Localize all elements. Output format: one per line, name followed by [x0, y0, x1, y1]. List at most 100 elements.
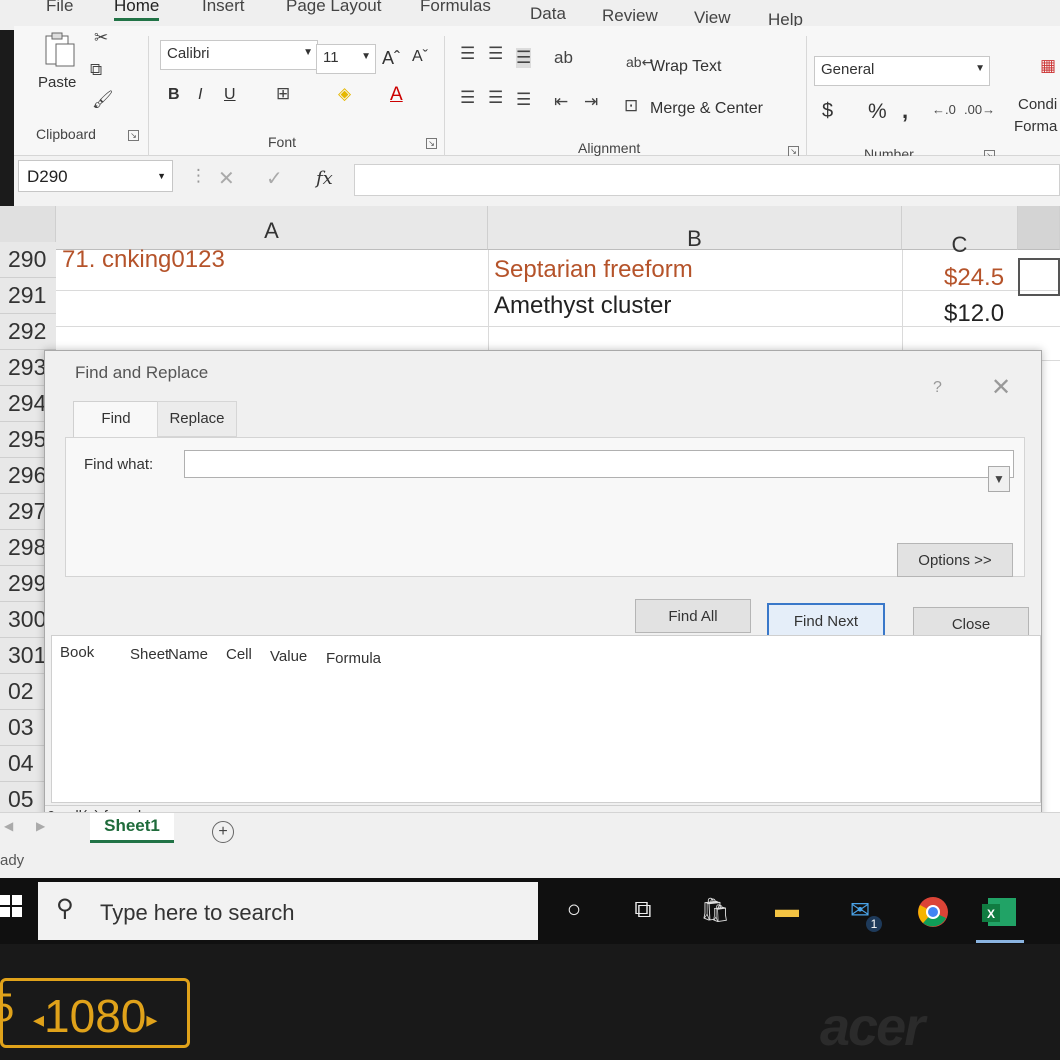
results-column-book[interactable]: Book: [60, 644, 94, 661]
add-sheet-icon[interactable]: +: [212, 821, 234, 843]
row-header[interactable]: 292: [0, 314, 56, 350]
borders-icon[interactable]: ⊞: [276, 84, 290, 104]
align-bottom-icon[interactable]: ☰: [516, 48, 532, 68]
underline-button[interactable]: U: [224, 86, 236, 104]
tab-home[interactable]: Home: [114, 0, 160, 21]
orientation-icon[interactable]: ab: [554, 48, 573, 68]
windows-start-icon[interactable]: [0, 894, 22, 918]
shrink-font-button[interactable]: Aˇ: [412, 48, 428, 66]
paste-label[interactable]: Paste: [38, 74, 76, 91]
increase-indent-icon[interactable]: ⇥: [584, 92, 598, 112]
align-right-icon[interactable]: ☰: [516, 90, 531, 110]
find-all-button[interactable]: Find All: [635, 599, 751, 633]
cell-c291[interactable]: $12.0: [944, 300, 1004, 328]
number-format-select[interactable]: General ▼: [814, 56, 990, 86]
cell-b290[interactable]: Septarian freeform: [494, 256, 693, 284]
column-header-d[interactable]: [1018, 206, 1060, 250]
find-next-button[interactable]: Find Next: [767, 603, 885, 637]
osd-right-arrow: ▸: [146, 1006, 158, 1032]
align-middle-icon[interactable]: ☰: [488, 44, 503, 64]
cell-c290[interactable]: $24.5: [944, 264, 1004, 292]
insert-function-button[interactable]: fx: [316, 168, 333, 189]
results-column-value[interactable]: Value: [270, 648, 307, 665]
task-view-icon[interactable]: ⧉: [630, 896, 656, 924]
close-icon[interactable]: ✕: [991, 373, 1011, 402]
align-left-icon[interactable]: ☰: [460, 88, 475, 108]
tab-view[interactable]: View: [694, 8, 731, 28]
name-box[interactable]: D290 ▼: [18, 160, 173, 192]
excel-icon[interactable]: X: [980, 896, 1020, 935]
conditional-formatting-icon[interactable]: ▦: [1040, 56, 1056, 76]
options-button[interactable]: Options >>: [897, 543, 1013, 577]
cell-b291[interactable]: Amethyst cluster: [494, 292, 671, 320]
row-header[interactable]: 291: [0, 278, 56, 314]
tab-page-layout[interactable]: Page Layout: [286, 0, 381, 16]
results-list[interactable]: Book Sheet Name Cell Value Formula: [51, 635, 1041, 803]
currency-button[interactable]: $: [822, 100, 833, 123]
scroll-right-icon[interactable]: ▶: [36, 819, 45, 833]
separator: [148, 36, 149, 156]
tab-insert[interactable]: Insert: [202, 0, 245, 16]
tab-file[interactable]: File: [46, 0, 73, 16]
clipboard-launcher-icon[interactable]: ↘: [128, 130, 139, 141]
results-column-name[interactable]: Name: [168, 646, 208, 663]
paste-icon[interactable]: [40, 30, 80, 70]
font-size-select[interactable]: 11 ▼: [316, 44, 376, 74]
tab-review[interactable]: Review: [602, 6, 658, 26]
merge-center-icon: ⊡: [624, 96, 639, 115]
formula-input[interactable]: [354, 164, 1060, 196]
find-what-input[interactable]: [184, 450, 1014, 478]
tab-find[interactable]: Find: [73, 401, 159, 437]
store-icon[interactable]: 🛍: [700, 896, 730, 925]
number-format-value: General: [821, 61, 875, 78]
help-button[interactable]: ?: [933, 379, 942, 397]
chevron-down-icon: ▼: [975, 63, 985, 74]
decrease-decimal-icon[interactable]: .00→: [964, 102, 995, 117]
results-column-sheet[interactable]: Sheet: [130, 646, 169, 663]
enter-icon[interactable]: ✓: [266, 166, 283, 191]
cancel-icon[interactable]: ✕: [218, 166, 235, 191]
wrap-text-button[interactable]: Wrap Text: [650, 58, 721, 76]
bold-button[interactable]: B: [168, 86, 180, 104]
cell-a290[interactable]: 71. cnking0123: [62, 246, 225, 274]
merge-center-button[interactable]: Merge & Center: [650, 100, 763, 118]
taskbar-search-box[interactable]: ⚲ Type here to search: [38, 882, 538, 940]
column-header-a[interactable]: A: [56, 206, 488, 250]
monitor-osd: ◂1080▸: [0, 978, 190, 1048]
tab-data[interactable]: Data: [530, 4, 566, 24]
results-column-cell[interactable]: Cell: [226, 646, 252, 663]
chrome-icon[interactable]: [916, 896, 950, 935]
font-launcher-icon[interactable]: ↘: [426, 138, 437, 149]
column-header-c[interactable]: C: [902, 206, 1018, 257]
scroll-left-icon[interactable]: ◀: [4, 819, 13, 833]
find-history-dropdown[interactable]: ▼: [988, 466, 1010, 492]
conditional-formatting-label[interactable]: Condi: [1018, 96, 1057, 113]
align-center-icon[interactable]: ☰: [488, 88, 503, 108]
tab-replace[interactable]: Replace: [157, 401, 237, 437]
results-column-formula[interactable]: Formula: [326, 650, 381, 667]
format-painter-icon[interactable]: 🖌: [92, 90, 114, 110]
align-top-icon[interactable]: ☰: [460, 44, 475, 64]
decrease-indent-icon[interactable]: ⇤: [554, 92, 568, 112]
tab-formulas[interactable]: Formulas: [420, 0, 491, 16]
cut-icon[interactable]: ✂: [94, 28, 108, 48]
column-header-b[interactable]: B: [488, 206, 902, 251]
italic-button[interactable]: I: [198, 86, 202, 104]
chevron-down-icon: ▼: [303, 47, 313, 58]
fill-color-icon[interactable]: ◈: [338, 84, 351, 104]
status-text: ady: [0, 852, 25, 869]
copy-icon[interactable]: ⧉: [90, 60, 102, 80]
font-color-button[interactable]: A: [390, 84, 403, 106]
row-header[interactable]: 290: [0, 242, 56, 278]
increase-decimal-icon[interactable]: ←.0: [932, 102, 956, 117]
grow-font-button[interactable]: Aˆ: [382, 48, 400, 69]
active-cell-d290[interactable]: [1018, 258, 1060, 296]
file-explorer-icon[interactable]: ▬: [772, 896, 802, 924]
mail-icon[interactable]: ✉ 1: [842, 896, 882, 932]
comma-button[interactable]: ,: [902, 98, 908, 124]
format-as-table-label[interactable]: Forma: [1014, 118, 1057, 135]
cortana-icon[interactable]: ○: [562, 896, 586, 924]
sheet-tab-sheet1[interactable]: Sheet1: [90, 813, 174, 843]
percent-button[interactable]: %: [868, 100, 887, 124]
font-name-select[interactable]: Calibri ▼: [160, 40, 318, 70]
